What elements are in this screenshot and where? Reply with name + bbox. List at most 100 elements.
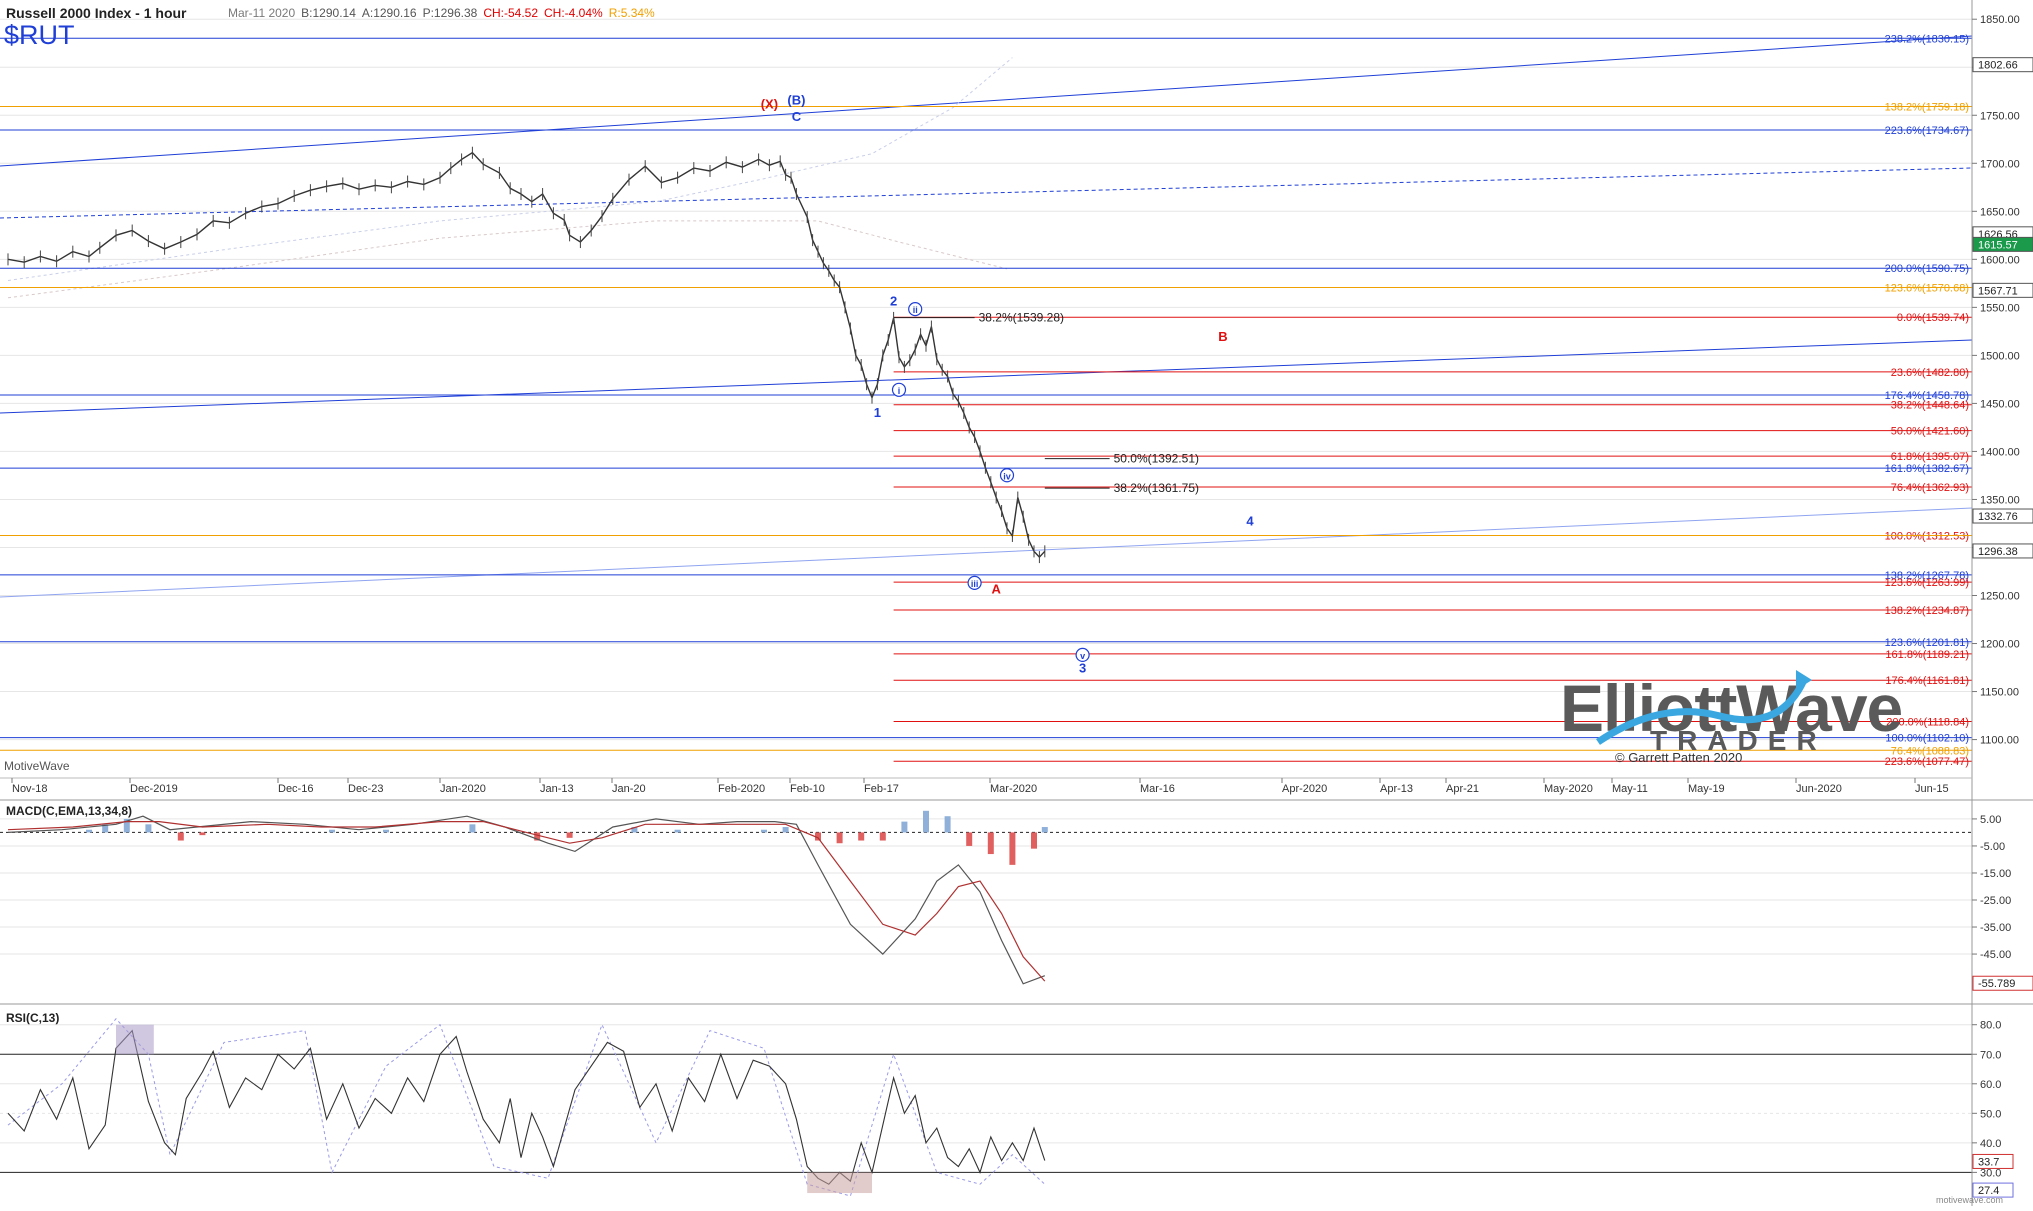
macd-histogram-bar <box>966 832 973 846</box>
x-tick-label: Jan-20 <box>612 783 646 795</box>
wave-label: (B) <box>787 93 805 108</box>
x-tick-label: Jun-15 <box>1915 783 1949 795</box>
wave-label: iii <box>971 579 979 589</box>
macd-histogram-bar <box>782 827 789 833</box>
y-tick-label: 1650.00 <box>1980 206 2020 218</box>
macd-histogram-bar <box>199 832 206 836</box>
wave-label: B <box>1218 329 1227 344</box>
fib-label: 238.2%(1830.15) <box>1885 33 1969 45</box>
y-tick-label: 1400.00 <box>1980 446 2020 458</box>
macd-y-tick-label: -15.00 <box>1980 868 2011 880</box>
wave-label: (X) <box>761 97 778 112</box>
fib-label: 223.6%(1734.67) <box>1885 125 1969 137</box>
fib-label: 0.0%(1539.74) <box>1897 312 1969 324</box>
macd-y-tick-label: -45.00 <box>1980 949 2011 961</box>
stat-0: Mar-11 2020 <box>228 6 295 20</box>
rsi-y-tick-label: 70.0 <box>1980 1049 2001 1061</box>
price-tag: 1615.57 <box>1978 239 2018 251</box>
x-tick-label: Dec-16 <box>278 783 313 795</box>
macd-title: MACD(C,EMA,13,34,8) <box>6 804 132 818</box>
wave-label: 1 <box>874 405 881 420</box>
fib-label: 138.2%(1759.18) <box>1885 101 1969 113</box>
ticker-symbol: $RUT <box>4 20 75 50</box>
rsi-y-tick-label: 50.0 <box>1980 1108 2001 1120</box>
stat-2: A:1290.16 <box>362 6 417 20</box>
y-tick-label: 1200.00 <box>1980 639 2020 651</box>
y-tick-label: 1150.00 <box>1980 687 2019 699</box>
y-tick-label: 1100.00 <box>1980 735 2019 747</box>
y-tick-label: 1550.00 <box>1980 302 2020 314</box>
macd-histogram-bar <box>1009 832 1016 865</box>
x-tick-label: Mar-2020 <box>990 783 1037 795</box>
y-tick-label: 1700.00 <box>1980 158 2020 170</box>
rsi-y-tick-label: 60.0 <box>1980 1079 2001 1091</box>
fib-label: 76.4%(1362.93) <box>1891 482 1969 494</box>
fib-label: 138.2%(1234.87) <box>1885 605 1969 617</box>
fib-label: 123.6%(1570.68) <box>1885 282 1969 294</box>
macd-histogram-bar <box>836 832 843 844</box>
rsi-zone-fill <box>116 1024 154 1055</box>
wave-label: iv <box>1003 471 1011 481</box>
y-tick-label: 1750.00 <box>1980 110 2020 122</box>
y-tick-label: 1250.00 <box>1980 591 2020 603</box>
y-tick-label: 1850.00 <box>1980 14 2020 26</box>
x-tick-label: Nov-18 <box>12 783 47 795</box>
macd-histogram-bar <box>566 832 573 838</box>
price-tag: 1802.66 <box>1978 60 2018 72</box>
macd-histogram-bar <box>177 832 184 841</box>
price-tag: 1567.71 <box>1978 285 2018 297</box>
macd-histogram-bar <box>879 832 886 841</box>
macd-histogram-bar <box>1031 832 1037 849</box>
fib-label: 100.0%(1312.53) <box>1885 530 1969 542</box>
y-tick-label: 1600.00 <box>1980 254 2020 266</box>
wave-label: i <box>898 386 901 396</box>
chart-canvas: 238.2%(1830.15) 138.2%(1759.18) 223.6%(173… <box>0 0 2033 1206</box>
stat-5: CH:-4.04% <box>544 6 603 20</box>
rsi-y-tick-label: 80.0 <box>1980 1020 2001 1032</box>
y-tick-label: 1500.00 <box>1980 350 2020 362</box>
x-tick-label: Dec-2019 <box>130 783 178 795</box>
macd-y-tick-label: -35.00 <box>1980 922 2011 934</box>
x-tick-label: May-19 <box>1688 783 1725 795</box>
x-tick-label: Apr-21 <box>1446 783 1479 795</box>
x-tick-label: May-11 <box>1612 783 1648 795</box>
stat-6: R:5.34% <box>609 6 655 20</box>
footer-url: motivewave.com <box>1936 1195 2003 1205</box>
macd-histogram-bar <box>987 832 994 855</box>
macd-histogram-bar <box>923 810 929 833</box>
stat-3: P:1296.38 <box>423 6 478 20</box>
short-fib-label: 38.2%(1539.28) <box>979 311 1064 325</box>
macd-y-tick-label: -25.00 <box>1980 895 2011 907</box>
x-tick-label: Feb-17 <box>864 783 899 795</box>
macd-histogram-bar <box>86 829 92 833</box>
rsi-y-tick-label: 40.0 <box>1980 1138 2001 1150</box>
x-tick-label: Feb-10 <box>790 783 825 795</box>
macd-histogram-bar <box>858 832 865 841</box>
macd-histogram-bar <box>469 824 476 833</box>
macd-histogram-bar <box>761 829 767 833</box>
stock-chart: 238.2%(1830.15) 138.2%(1759.18) 223.6%(173… <box>0 0 2033 1206</box>
x-tick-label: Jan-13 <box>540 783 574 795</box>
x-tick-label: Mar-16 <box>1140 783 1175 795</box>
rsi-y-tick-label: 30.0 <box>1980 1167 2001 1179</box>
rsi-zone-fill <box>807 1172 872 1194</box>
fib-label: 123.6%(1201.81) <box>1885 637 1969 649</box>
macd-y-tick-label: -5.00 <box>1980 841 2005 853</box>
macd-y-tick-label: 5.00 <box>1980 814 2001 826</box>
x-tick-label: Apr-2020 <box>1282 783 1327 795</box>
stat-1: B:1290.14 <box>301 6 356 20</box>
macd-histogram-bar <box>944 816 951 833</box>
y-tick-label: 1450.00 <box>1980 398 2020 410</box>
short-fib-label: 38.2%(1361.75) <box>1114 481 1199 495</box>
x-tick-label: Jan-2020 <box>440 783 486 795</box>
fib-label: 50.0%(1421.60) <box>1891 426 1969 438</box>
macd-histogram-bar <box>383 829 389 833</box>
wave-label: 4 <box>1246 513 1254 528</box>
x-tick-label: Jun-2020 <box>1796 783 1842 795</box>
price-tag: 1296.38 <box>1978 546 2018 558</box>
fib-label: 161.8%(1382.67) <box>1885 463 1969 475</box>
wave-label: 3 <box>1079 660 1086 675</box>
x-tick-label: Dec-23 <box>348 783 383 795</box>
fib-label: 200.0%(1590.75) <box>1885 263 1969 275</box>
rsi-title: RSI(C,13) <box>6 1011 59 1025</box>
